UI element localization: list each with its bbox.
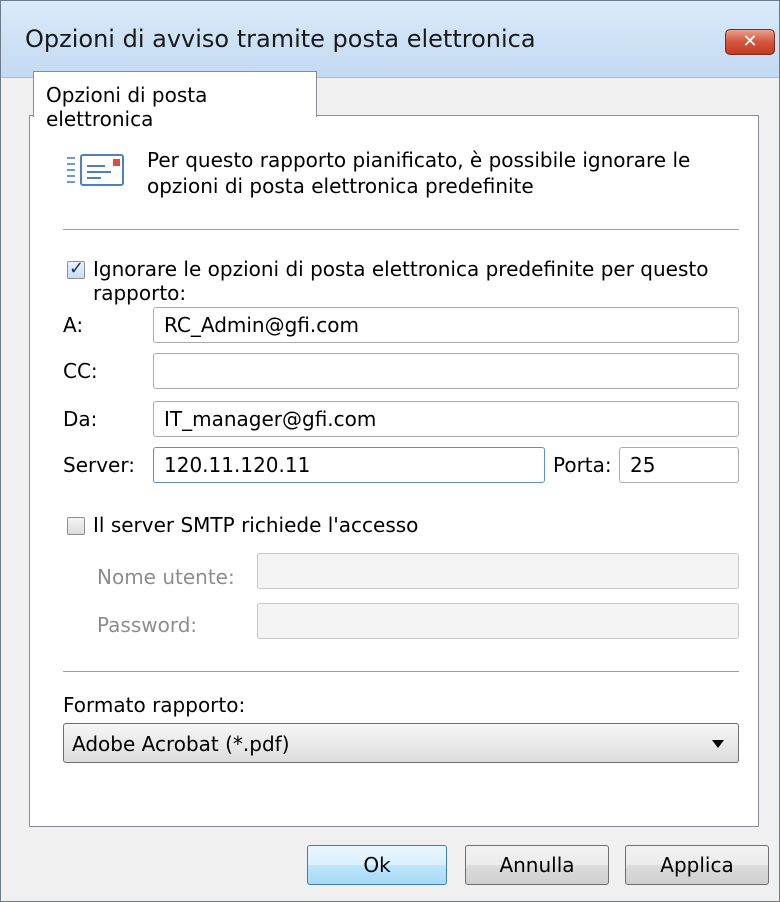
close-button[interactable]: ✕ (725, 29, 775, 55)
checkmark-icon: ✓ (69, 258, 85, 279)
close-icon: ✕ (742, 31, 758, 52)
from-field[interactable]: IT_manager@gfi.com (153, 401, 739, 437)
to-field[interactable]: RC_Admin@gfi.com (153, 307, 739, 343)
dialog-window: Opzioni di avviso tramite posta elettron… (0, 0, 780, 902)
username-label: Nome utente: (97, 565, 235, 589)
override-checkbox[interactable]: ✓ (67, 258, 85, 279)
report-format-label: Formato rapporto: (63, 693, 246, 717)
report-format-value: Adobe Acrobat (*.pdf) (72, 732, 290, 756)
cancel-button[interactable]: Annulla (465, 845, 609, 885)
server-field[interactable]: 120.11.120.11 (153, 447, 545, 483)
from-label: Da: (63, 407, 98, 431)
report-format-select[interactable]: Adobe Acrobat (*.pdf) (63, 723, 739, 763)
smtp-auth-checkbox[interactable] (67, 517, 85, 535)
tab-email-options[interactable]: Opzioni di posta elettronica (33, 71, 317, 131)
mail-list-icon (67, 154, 124, 186)
ok-button[interactable]: Ok (307, 845, 447, 885)
separator (63, 229, 739, 230)
separator (63, 671, 739, 672)
info-text: Per questo rapporto pianificato, è possi… (147, 148, 691, 198)
window-title: Opzioni di avviso tramite posta elettron… (25, 25, 536, 53)
port-field[interactable]: 25 (619, 447, 739, 483)
cc-label: CC: (63, 359, 98, 383)
override-label: Ignorare le opzioni di posta elettronica… (93, 257, 709, 305)
to-label: A: (63, 313, 84, 337)
password-field[interactable] (257, 603, 739, 639)
password-label: Password: (97, 613, 198, 637)
title-bar[interactable]: Opzioni di avviso tramite posta elettron… (1, 1, 779, 78)
apply-button[interactable]: Applica (625, 845, 769, 885)
username-field[interactable] (257, 553, 739, 589)
chevron-down-icon (712, 740, 724, 748)
smtp-auth-label: Il server SMTP richiede l'accesso (93, 513, 419, 537)
port-label: Porta: (553, 453, 612, 477)
cc-field[interactable] (153, 353, 739, 389)
server-label: Server: (63, 453, 135, 477)
tab-label: Opzioni di posta elettronica (46, 83, 208, 131)
